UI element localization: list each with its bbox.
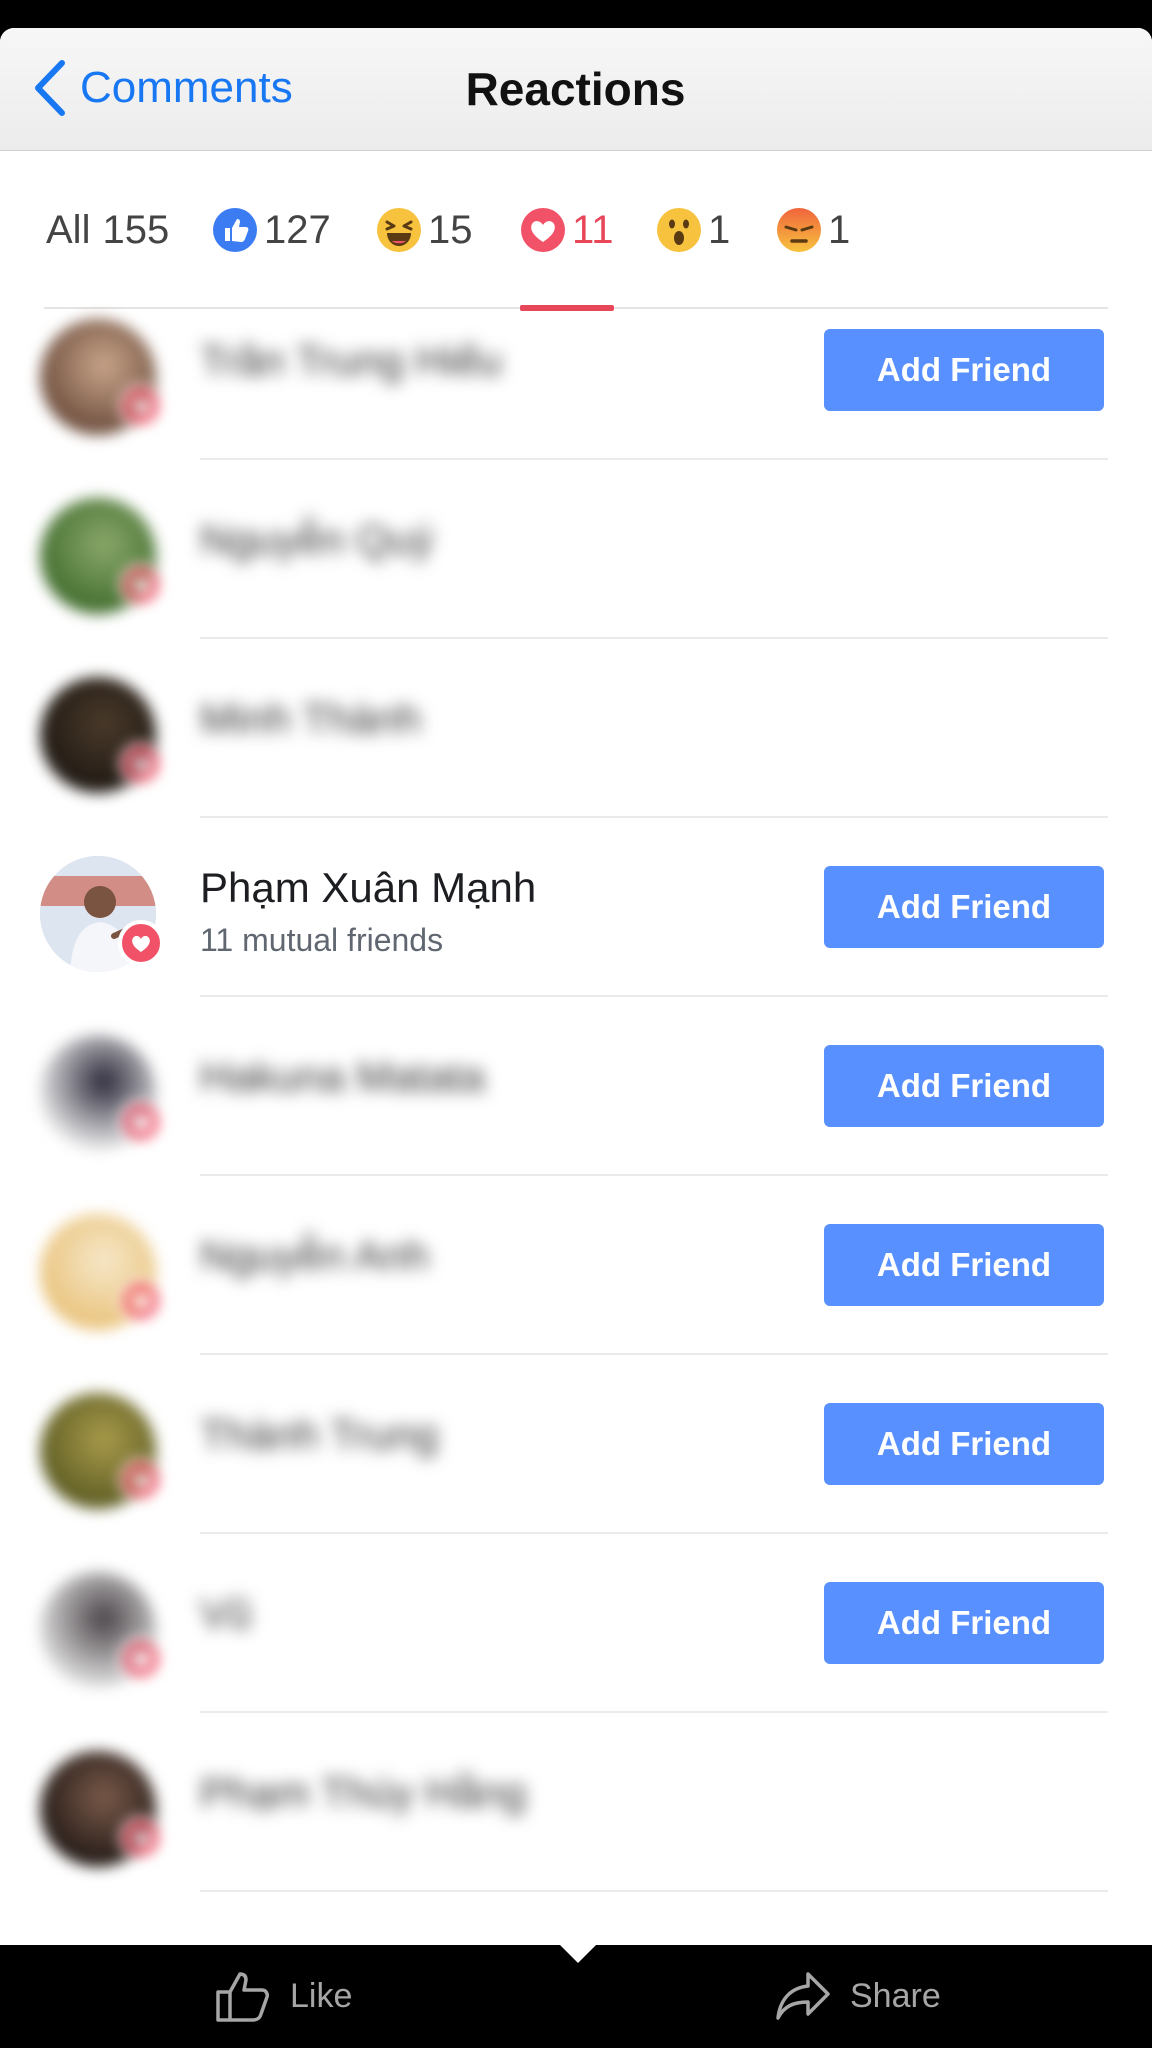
add-friend-button[interactable]: Add Friend [824,1045,1104,1127]
reactor-name[interactable]: Phạm Xuân Mạnh [200,864,536,912]
love-badge-icon [118,1815,164,1861]
tab-like-count: 127 [264,207,331,252]
add-friend-button[interactable]: Add Friend [824,1403,1104,1485]
reactor-row[interactable]: Trần Trung Hiếu Add Friend [0,281,1152,460]
like-icon [213,208,257,252]
status-bar [0,0,1152,28]
reactor-row[interactable]: Hakuna Matata Add Friend [0,997,1152,1176]
love-badge-icon [118,920,164,966]
reactor-name[interactable]: Thành Trung [200,1411,438,1459]
tab-all-count: 155 [102,207,170,252]
love-badge-icon [118,1457,164,1503]
add-friend-button[interactable]: Add Friend [824,1582,1104,1664]
reactor-row[interactable]: Phạm Xuân Mạnh 11 mutual friends Add Frien… [0,818,1152,997]
reactor-row[interactable]: Nguyễn Quý [0,460,1152,639]
mutual-friends-count: 11 mutual friends [200,922,444,958]
add-friend-button[interactable]: Add Friend [824,866,1104,948]
reactor-name[interactable]: Trần Trung Hiếu [200,337,502,385]
love-badge-icon [118,1099,164,1145]
share-arrow-icon [776,1972,830,2020]
share-label: Share [850,1976,941,2015]
reactor-name[interactable]: Minh Thành [200,695,421,743]
thumbs-up-icon [216,1972,269,2022]
reactor-name[interactable]: Vũ [200,1590,251,1638]
reactor-row[interactable]: Minh Thành [0,639,1152,818]
reactor-name[interactable]: Hakuna Matata [200,1053,485,1101]
tab-all-label: All [46,207,91,252]
reactor-row[interactable]: Thành Trung Add Friend [0,1355,1152,1534]
like-button[interactable]: Like [214,1965,352,2027]
share-button[interactable]: Share [774,1965,941,2027]
tab-wow-count: 1 [708,207,731,252]
tab-love-count: 11 [572,207,614,252]
love-badge-icon [118,562,164,608]
reactor-row[interactable]: Nguyễn Anh Add Friend [0,1176,1152,1355]
bottom-action-bar: Like Share [0,1943,1152,2048]
reactor-name[interactable]: Phạm Thúy Hằng [200,1769,526,1817]
tab-haha-count: 15 [428,207,473,252]
row-divider [200,1890,1108,1892]
like-label: Like [290,1976,353,2015]
love-badge-icon [118,383,164,429]
sheet-pointer [558,1943,598,1963]
angry-icon [777,208,821,252]
haha-icon [377,208,421,252]
love-icon [521,208,565,252]
reactor-list: Trần Trung Hiếu Add Friend Nguyễn Quý Minh … [0,281,1152,1892]
reactor-name[interactable]: Nguyễn Anh [200,1232,429,1280]
navigation-bar: Comments Reactions [0,28,1152,151]
love-badge-icon [118,1278,164,1324]
love-badge-icon [118,1636,164,1682]
reactor-name[interactable]: Nguyễn Quý [200,516,433,564]
wow-icon [657,208,701,252]
add-friend-button[interactable]: Add Friend [824,1224,1104,1306]
tab-angry-count: 1 [828,207,851,252]
add-friend-button[interactable]: Add Friend [824,329,1104,411]
reactor-row[interactable]: Vũ Add Friend [0,1534,1152,1713]
love-badge-icon [118,741,164,787]
page-title: Reactions [465,63,686,115]
reactor-row[interactable]: Phạm Thúy Hằng [0,1713,1152,1892]
